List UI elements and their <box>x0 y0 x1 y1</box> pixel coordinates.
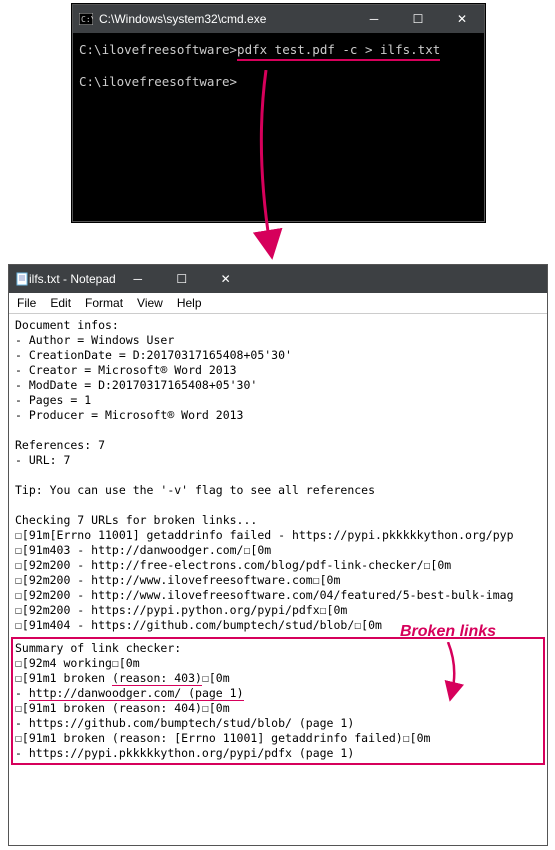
menu-view[interactable]: View <box>131 294 169 312</box>
text-line: - Producer = Microsoft® Word 2013 <box>15 408 541 423</box>
menubar: File Edit Format View Help <box>9 293 547 314</box>
cmd-title: C:\Windows\system32\cmd.exe <box>99 12 352 26</box>
window-buttons: ─ ☐ ✕ <box>352 5 484 33</box>
cmd-icon: C:\ <box>79 12 93 26</box>
text-line: ☐[91m1 broken (reason: 404)☐[0m <box>15 701 541 716</box>
text-line: - https://github.com/bumptech/stud/blob/… <box>15 716 541 731</box>
text-line: ☐[91m[Errno 11001] getaddrinfo failed - … <box>15 528 541 543</box>
menu-edit[interactable]: Edit <box>44 294 77 312</box>
annotation-arrow <box>440 642 470 702</box>
typed-command: pdfx test.pdf -c > ilfs.txt <box>237 42 440 61</box>
text-line: ☐[92m200 - http://free-electrons.com/blo… <box>15 558 541 573</box>
window-buttons: ─ ☐ ✕ <box>116 265 248 293</box>
text-line: Checking 7 URLs for broken links... <box>15 513 541 528</box>
annotation-label: Broken links <box>400 623 496 641</box>
linking-arrow <box>250 70 290 260</box>
text-line: Document infos: <box>15 318 541 333</box>
minimize-button[interactable]: ─ <box>116 265 160 293</box>
cmd-titlebar: C:\ C:\Windows\system32\cmd.exe ─ ☐ ✕ <box>73 5 484 33</box>
close-button[interactable]: ✕ <box>440 5 484 33</box>
text-line: ☐[91m403 - http://danwoodger.com/☐[0m <box>15 543 541 558</box>
notepad-titlebar: ilfs.txt - Notepad ─ ☐ ✕ <box>9 265 547 293</box>
maximize-button[interactable]: ☐ <box>160 265 204 293</box>
svg-text:C:\: C:\ <box>81 15 93 24</box>
text-line: - URL: 7 <box>15 453 541 468</box>
notepad-title: ilfs.txt - Notepad <box>29 272 116 286</box>
menu-format[interactable]: Format <box>79 294 129 312</box>
terminal-line: C:\ilovefreesoftware>pdfx test.pdf -c > … <box>79 41 478 59</box>
text-line: - ModDate = D:20170317165408+05'30' <box>15 378 541 393</box>
text-line: References: 7 <box>15 438 541 453</box>
notepad-window: ilfs.txt - Notepad ─ ☐ ✕ File Edit Forma… <box>8 264 548 846</box>
text-line: Tip: You can use the '-v' flag to see al… <box>15 483 541 498</box>
text-line: - Author = Windows User <box>15 333 541 348</box>
text-line: - https://pypi.pkkkkkython.org/pypi/pdfx… <box>15 746 541 761</box>
close-button[interactable]: ✕ <box>204 265 248 293</box>
text-line: ☐[92m200 - https://pypi.python.org/pypi/… <box>15 603 541 618</box>
notepad-icon <box>15 272 29 286</box>
menu-help[interactable]: Help <box>171 294 208 312</box>
text-line: - Creator = Microsoft® Word 2013 <box>15 363 541 378</box>
menu-file[interactable]: File <box>11 294 42 312</box>
text-line: ☐[91m1 broken (reason: [Errno 11001] get… <box>15 731 541 746</box>
text-line: - Pages = 1 <box>15 393 541 408</box>
maximize-button[interactable]: ☐ <box>396 5 440 33</box>
text-line: ☐[92m200 - http://www.ilovefreesoftware.… <box>15 573 541 588</box>
minimize-button[interactable]: ─ <box>352 5 396 33</box>
text-line: - CreationDate = D:20170317165408+05'30' <box>15 348 541 363</box>
text-line: ☐[92m200 - http://www.ilovefreesoftware.… <box>15 588 541 603</box>
